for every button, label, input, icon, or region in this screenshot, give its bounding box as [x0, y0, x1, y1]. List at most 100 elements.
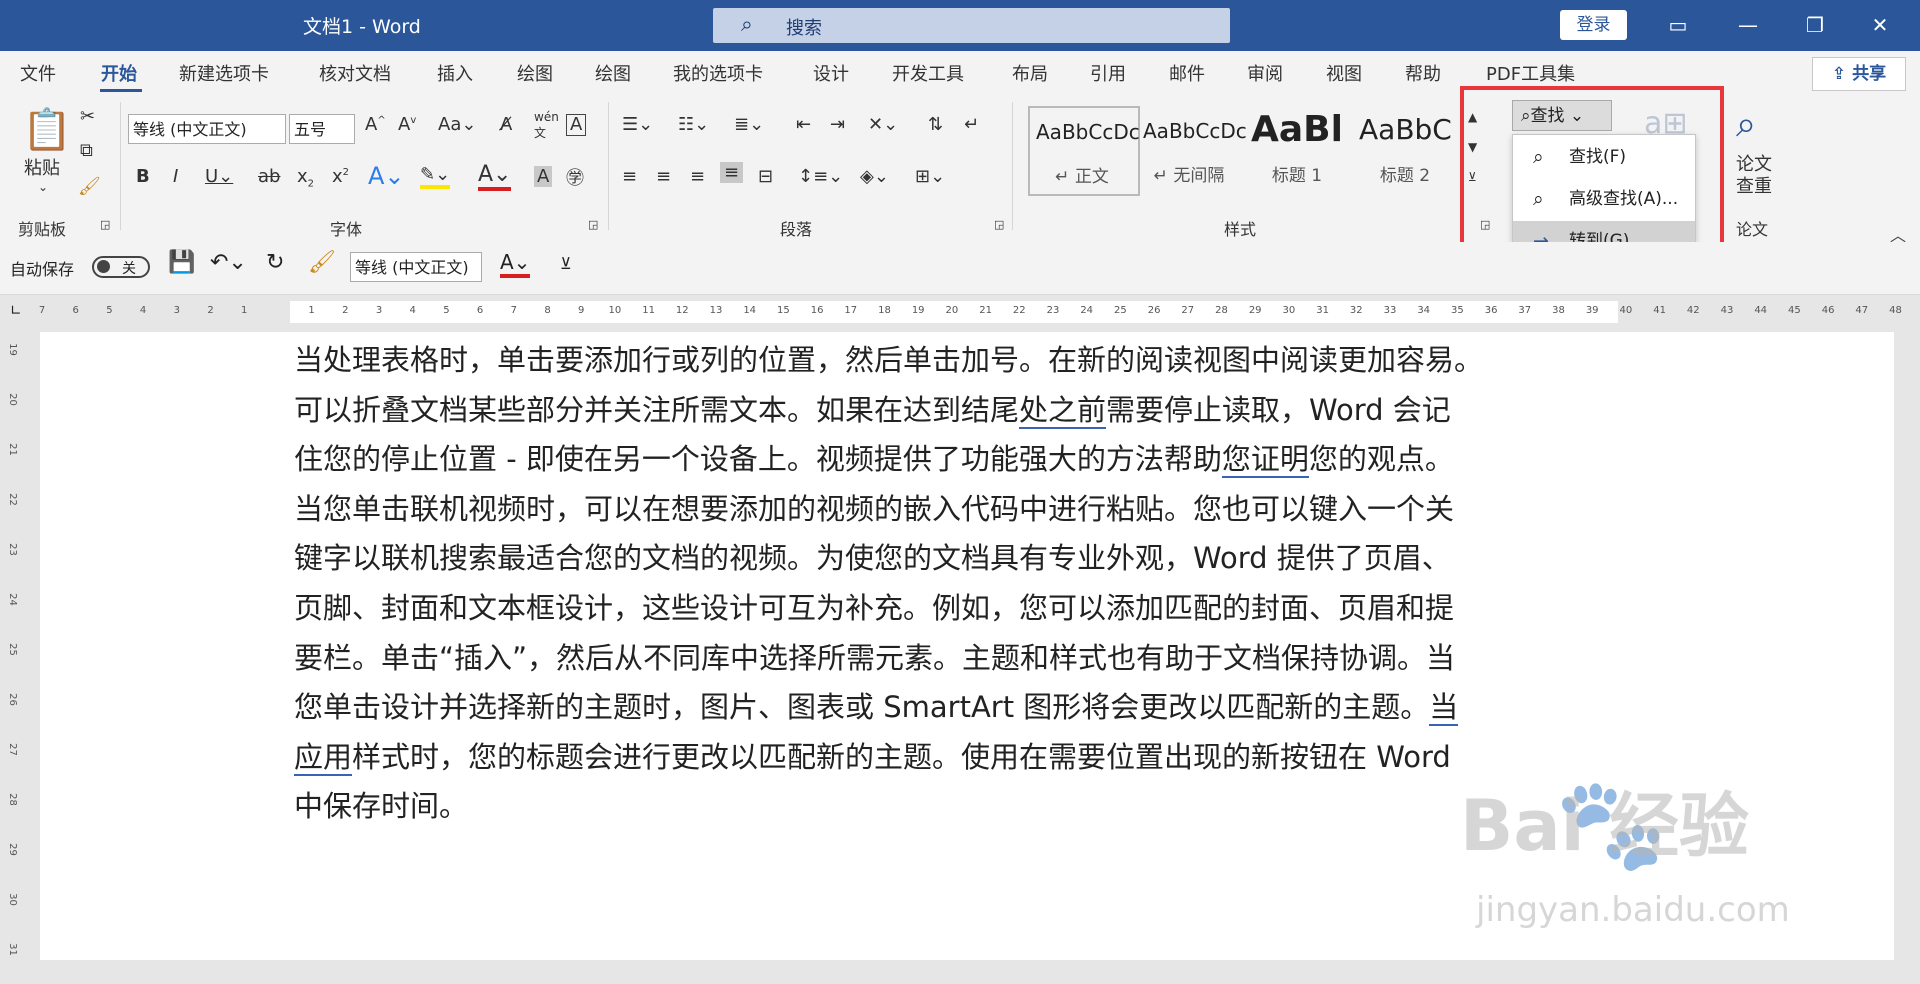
style-normal[interactable]: AaBbCcDc ↵ 正文	[1028, 106, 1140, 196]
tab-file[interactable]: 文件	[20, 60, 56, 86]
font-color-icon[interactable]: A⌄	[478, 162, 512, 191]
enclosed-char-icon[interactable]: ㊫	[566, 164, 584, 190]
tab-help[interactable]: 帮助	[1405, 60, 1441, 86]
copy-icon[interactable]: ⧉	[80, 140, 93, 161]
tab-insert[interactable]: 插入	[437, 60, 473, 86]
tab-draw-1[interactable]: 绘图	[517, 60, 553, 86]
subscript-icon[interactable]: x2	[297, 166, 314, 190]
underline-icon[interactable]: U⌄	[205, 166, 233, 187]
char-border-icon[interactable]: A	[566, 114, 587, 136]
menu-item-find[interactable]: ⌕ 查找(F)	[1513, 137, 1695, 177]
chinese-layout-icon[interactable]: ✕⌄	[868, 114, 898, 135]
superscript-icon[interactable]: x2	[332, 166, 349, 187]
text-line[interactable]: 当您单击联机视频时，可以在想要添加的视频的嵌入代码中进行粘贴。您也可以键入一个关	[294, 485, 1619, 535]
tab-proofing[interactable]: 核对文档	[319, 60, 391, 86]
ruler-tick-label: 27	[6, 743, 18, 756]
text-effects-icon[interactable]: A⌄	[368, 162, 405, 190]
find-button[interactable]: ⌕查找 ⌄	[1512, 100, 1612, 131]
format-painter-icon[interactable]: 🖌	[308, 250, 336, 275]
char-shading-icon[interactable]: A	[534, 166, 553, 187]
text-line[interactable]: 页脚、封面和文本框设计，这些设计可互为补充。例如，您可以添加匹配的封面、页眉和提	[294, 584, 1619, 634]
login-button[interactable]: 登录	[1560, 10, 1627, 40]
change-case-icon[interactable]: Aa⌄	[438, 114, 476, 135]
line-spacing-icon[interactable]: ↕≡⌄	[798, 166, 843, 187]
tab-mailings[interactable]: 邮件	[1169, 60, 1205, 86]
shading-icon[interactable]: ◈⌄	[860, 166, 889, 187]
document-body[interactable]: 当处理表格时，单击要添加行或列的位置，然后单击加号。在新的阅读视图中阅读更加容易…	[294, 336, 1619, 832]
text-line[interactable]: 您单击设计并选择新的主题时，图片、图表或 SmartArt 图形将会更改以匹配新…	[294, 683, 1619, 733]
show-marks-icon[interactable]: ↵	[964, 114, 979, 135]
text-line[interactable]: 键字以联机搜索最适合您的文档的视频。为使您的文档具有专业外观，Word 提供了页…	[294, 534, 1619, 584]
share-button[interactable]: ⇪ 共享	[1812, 57, 1906, 91]
align-right-icon[interactable]: ≡	[690, 166, 705, 187]
tab-my-tab[interactable]: 我的选项卡	[673, 60, 763, 86]
bullets-icon[interactable]: ☰⌄	[622, 114, 653, 135]
font-color-icon[interactable]: A⌄	[500, 250, 531, 278]
text-line[interactable]: 中保存时间。	[294, 782, 1619, 832]
close-icon[interactable]: ✕	[1860, 8, 1900, 42]
ruler-tick-label: 2	[342, 305, 349, 316]
shrink-font-icon[interactable]: Av	[398, 114, 416, 135]
search-box[interactable]: ⌕ 搜索	[713, 8, 1230, 43]
text-line[interactable]: 要栏。单击“插入”，然后从不同库中选择所需元素。主题和样式也有助于文档保持协调。…	[294, 634, 1619, 684]
align-center-icon[interactable]: ≡	[656, 166, 671, 187]
bold-icon[interactable]: B	[136, 166, 150, 187]
align-left-icon[interactable]: ≡	[622, 166, 637, 187]
distributed-icon[interactable]: ⊟	[758, 166, 773, 187]
tab-view[interactable]: 视图	[1326, 60, 1362, 86]
text-line[interactable]: 可以折叠文档某些部分并关注所需文本。如果在达到结尾处之前需要停止读取，Word …	[294, 386, 1619, 436]
highlight-icon[interactable]: ✎⌄	[420, 164, 451, 189]
paste-icon[interactable]: 📋	[22, 106, 72, 153]
minimize-icon[interactable]: —	[1728, 8, 1768, 42]
tab-draw-2[interactable]: 绘图	[595, 60, 631, 86]
decrease-indent-icon[interactable]: ⇤	[796, 114, 811, 135]
borders-icon[interactable]: ⊞⌄	[915, 166, 945, 187]
tab-pdf-tools[interactable]: PDF工具集	[1486, 60, 1575, 86]
tab-layout[interactable]: 布局	[1012, 60, 1048, 86]
tab-design[interactable]: 设计	[813, 60, 849, 86]
qat-font-combo[interactable]: 等线 (中文正文)	[350, 252, 482, 282]
undo-icon[interactable]: ↶⌄	[210, 250, 247, 275]
sort-icon[interactable]: ⇅	[928, 114, 943, 135]
ribbon-display-icon[interactable]: ▭	[1658, 8, 1698, 42]
style-heading-1[interactable]: AaBl 标题 1	[1244, 106, 1354, 194]
autosave-toggle[interactable]: 关	[92, 256, 150, 278]
customize-qat-icon[interactable]: ⊻	[560, 254, 572, 273]
tab-review[interactable]: 审阅	[1247, 60, 1283, 86]
numbering-icon[interactable]: ☷⌄	[678, 114, 709, 135]
justify-icon[interactable]: ≡	[720, 162, 744, 183]
clear-format-icon[interactable]: A̸	[500, 114, 512, 135]
save-icon[interactable]: 💾	[168, 250, 195, 275]
italic-icon[interactable]: I	[173, 166, 178, 187]
grow-font-icon[interactable]: A^	[365, 114, 386, 135]
paper-check-icon[interactable]: ⌕	[1736, 104, 1756, 146]
tab-stop-icon[interactable]: ∟	[10, 303, 22, 319]
tab-home[interactable]: 开始	[101, 60, 137, 86]
strikethrough-icon[interactable]: ab	[258, 166, 280, 187]
phonetic-guide-icon[interactable]: wén 文	[534, 110, 559, 141]
dialog-launcher-icon[interactable]: ◲	[994, 218, 1004, 231]
increase-indent-icon[interactable]: ⇥	[830, 114, 845, 135]
restore-icon[interactable]: ❐	[1795, 8, 1835, 42]
text-line[interactable]: 住您的停止位置 - 即使在另一个设备上。视频提供了功能强大的方法帮助您证明您的观…	[294, 435, 1619, 485]
paper-check-label[interactable]: 论文 查重	[1736, 154, 1772, 198]
format-painter-icon[interactable]: 🖌	[78, 176, 101, 197]
text-line[interactable]: 应用样式时，您的标题会进行更改以匹配新的主题。使用在需要位置出现的新按钮在 Wo…	[294, 733, 1619, 783]
dialog-launcher-icon[interactable]: ◲	[100, 218, 110, 231]
menu-item-advanced-find[interactable]: ⌕ 高级查找(A)...	[1513, 179, 1695, 219]
dialog-launcher-icon[interactable]: ◲	[588, 218, 598, 231]
text-line[interactable]: 当处理表格时，单击要添加行或列的位置，然后单击加号。在新的阅读视图中阅读更加容易…	[294, 336, 1619, 386]
style-no-spacing[interactable]: AaBbCcDc ↵ 无间隔	[1136, 106, 1247, 194]
multilevel-list-icon[interactable]: ≣⌄	[734, 114, 764, 135]
paper-group-label: 论文	[1736, 220, 1769, 239]
style-heading-2[interactable]: AaBbC 标题 2	[1352, 106, 1462, 194]
paste-label[interactable]: 粘贴	[24, 154, 60, 180]
tab-developer[interactable]: 开发工具	[892, 60, 964, 86]
tab-references[interactable]: 引用	[1090, 60, 1126, 86]
font-size-combo[interactable]: 五号	[289, 114, 355, 144]
font-name-combo[interactable]: 等线 (中文正文)	[128, 114, 286, 144]
redo-icon[interactable]: ↻	[266, 250, 284, 275]
cut-icon[interactable]: ✂	[80, 106, 95, 127]
chevron-down-icon[interactable]: ⌄	[38, 180, 48, 194]
tab-new[interactable]: 新建选项卡	[179, 60, 269, 86]
